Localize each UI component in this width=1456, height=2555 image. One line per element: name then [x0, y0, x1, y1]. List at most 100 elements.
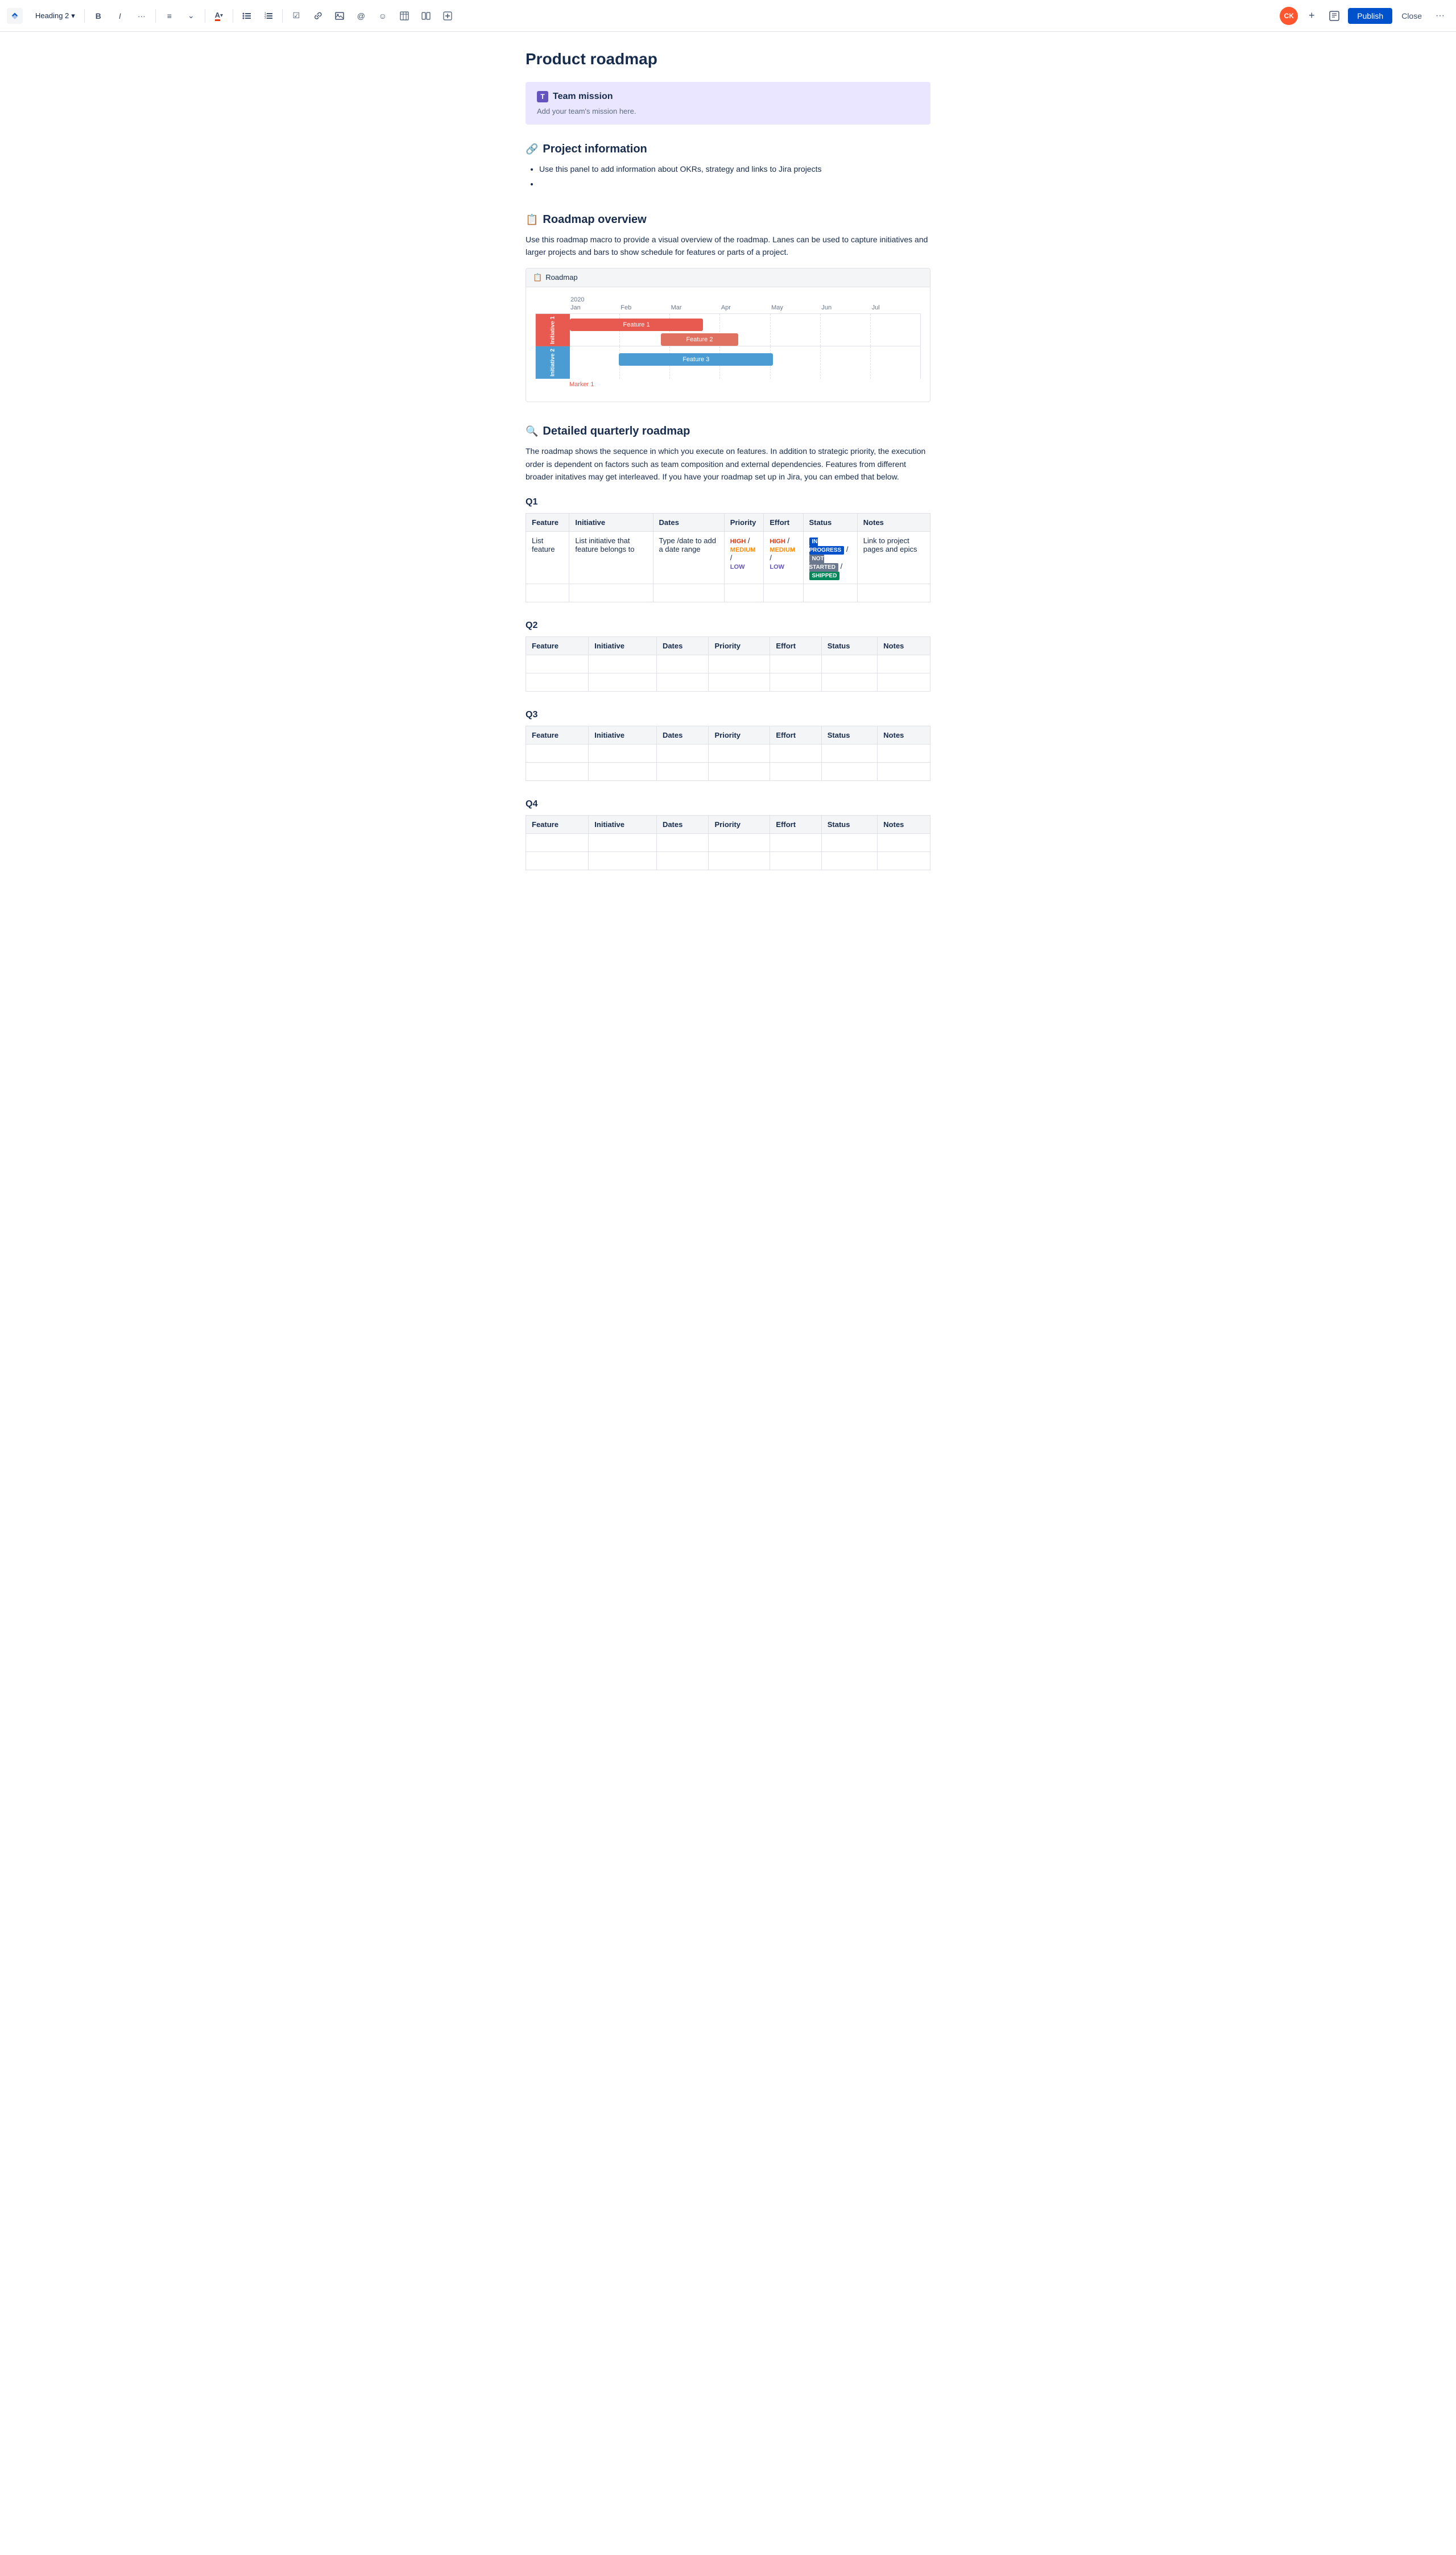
- q2-col-priority: Priority: [709, 636, 770, 655]
- marker-1-label: Marker 1: [569, 381, 594, 388]
- user-avatar[interactable]: CK: [1280, 7, 1298, 25]
- toolbar-right: CK + Publish Close ···: [1280, 7, 1449, 25]
- svg-text:3.: 3.: [264, 16, 267, 20]
- status-shipped: SHIPPED: [809, 572, 840, 580]
- q1-col-initiative: Initiative: [569, 513, 653, 531]
- columns-button[interactable]: [417, 7, 435, 25]
- feature-1-bar[interactable]: Feature 1: [570, 319, 703, 331]
- task-button[interactable]: ☑: [287, 7, 305, 25]
- feature-3-bar[interactable]: Feature 3: [619, 353, 773, 366]
- priority-slash-2: /: [730, 553, 733, 562]
- page-content: Product roadmap T Team mission Add your …: [512, 32, 944, 939]
- q2-row-2[interactable]: [526, 673, 930, 691]
- list-item-empty[interactable]: [539, 177, 930, 190]
- q4-label: Q4: [526, 799, 930, 809]
- numbered-list-button[interactable]: 1.2.3.: [259, 7, 278, 25]
- q1-empty-feature[interactable]: [526, 584, 569, 602]
- page-title[interactable]: Product roadmap: [526, 50, 930, 68]
- q2-col-effort: Effort: [770, 636, 821, 655]
- more-text-button[interactable]: ···: [133, 7, 151, 25]
- q1-col-dates: Dates: [653, 513, 724, 531]
- q4-col-effort: Effort: [770, 815, 821, 833]
- q4-col-notes: Notes: [878, 815, 930, 833]
- q1-effort-cell[interactable]: HIGH / MEDIUM / LOW: [764, 531, 803, 584]
- effort-high: HIGH: [770, 538, 785, 545]
- q1-status-cell[interactable]: IN PROGRESS / NOT STARTED / SHIPPED: [803, 531, 857, 584]
- effort-low: LOW: [770, 564, 784, 570]
- month-jul: Jul: [871, 304, 921, 311]
- bold-button[interactable]: B: [89, 7, 107, 25]
- heading-selector[interactable]: Heading 2 ▾: [31, 9, 80, 23]
- q1-empty-dates[interactable]: [653, 584, 724, 602]
- publish-button[interactable]: Publish: [1348, 8, 1392, 24]
- template-button[interactable]: [1325, 7, 1343, 25]
- divider-1: [84, 9, 85, 23]
- q1-empty-status[interactable]: [803, 584, 857, 602]
- status-notstarted: NOT STARTED: [809, 555, 838, 572]
- q2-col-status: Status: [821, 636, 878, 655]
- q1-col-priority: Priority: [724, 513, 764, 531]
- app-logo[interactable]: [7, 8, 23, 24]
- q1-empty-initiative[interactable]: [569, 584, 653, 602]
- mission-placeholder[interactable]: Add your team's mission here.: [537, 107, 919, 115]
- q3-col-initiative: Initiative: [589, 726, 657, 744]
- q3-table: Feature Initiative Dates Priority Effort…: [526, 726, 930, 781]
- q1-empty-priority[interactable]: [724, 584, 764, 602]
- q2-label: Q2: [526, 621, 930, 631]
- q3-row-2[interactable]: [526, 762, 930, 780]
- project-info-list: Use this panel to add information about …: [526, 163, 930, 191]
- q1-notes-cell[interactable]: Link to project pages and epics: [857, 531, 930, 584]
- close-button[interactable]: Close: [1397, 8, 1426, 24]
- more-insert-button[interactable]: [439, 7, 457, 25]
- divider-5: [282, 9, 283, 23]
- q1-col-feature: Feature: [526, 513, 569, 531]
- q1-feature-cell[interactable]: List feature: [526, 531, 569, 584]
- more-options-button[interactable]: ···: [1431, 7, 1449, 25]
- q4-row-2[interactable]: [526, 851, 930, 870]
- q4-col-status: Status: [821, 815, 878, 833]
- q1-empty-effort[interactable]: [764, 584, 803, 602]
- link-button[interactable]: [309, 7, 327, 25]
- month-jan: Jan: [569, 304, 619, 311]
- q1-data-row-1[interactable]: List feature List initiative that featur…: [526, 531, 930, 584]
- q3-row-1[interactable]: [526, 744, 930, 762]
- mention-button[interactable]: @: [352, 7, 370, 25]
- q1-initiative-cell[interactable]: List initiative that feature belongs to: [569, 531, 653, 584]
- align-button[interactable]: ≡: [160, 7, 179, 25]
- table-button[interactable]: [395, 7, 413, 25]
- bullet-list-button[interactable]: [238, 7, 256, 25]
- month-jun: Jun: [820, 304, 870, 311]
- q3-section: Q3 Feature Initiative Dates Priority Eff…: [526, 710, 930, 781]
- align-more-button[interactable]: ⌄: [182, 7, 200, 25]
- detailed-roadmap-heading: 🔍 Detailed quarterly roadmap: [526, 425, 930, 438]
- q3-header-row: Feature Initiative Dates Priority Effort…: [526, 726, 930, 744]
- mission-title[interactable]: Team mission: [553, 92, 613, 102]
- lane-label-2: Initiative 2: [536, 346, 570, 379]
- q4-row-1[interactable]: [526, 833, 930, 851]
- q1-priority-cell[interactable]: HIGH / MEDIUM / LOW: [724, 531, 764, 584]
- q1-dates-cell[interactable]: Type /date to add a date range: [653, 531, 724, 584]
- mission-header: T Team mission: [537, 91, 919, 102]
- status-inprogress: IN PROGRESS: [809, 538, 845, 555]
- list-item[interactable]: Use this panel to add information about …: [539, 163, 930, 175]
- q1-header-row: Feature Initiative Dates Priority Effort…: [526, 513, 930, 531]
- priority-high: HIGH: [730, 538, 746, 545]
- lane-label-1: Initiative 1: [536, 314, 570, 346]
- image-button[interactable]: [330, 7, 349, 25]
- roadmap-description: Use this roadmap macro to provide a visu…: [526, 233, 930, 259]
- feature-2-bar[interactable]: Feature 2: [661, 333, 738, 346]
- italic-button[interactable]: I: [111, 7, 129, 25]
- month-apr: Apr: [720, 304, 770, 311]
- priority-medium: MEDIUM: [730, 547, 756, 553]
- roadmap-macro[interactable]: 📋 Roadmap 2020 Jan Feb Mar Apr May Jun: [526, 268, 930, 403]
- add-collaborator-button[interactable]: +: [1302, 7, 1321, 25]
- text-color-button[interactable]: A ▾: [210, 7, 228, 25]
- team-mission-panel: T Team mission Add your team's mission h…: [526, 82, 930, 125]
- q4-col-dates: Dates: [656, 815, 709, 833]
- q1-empty-row[interactable]: [526, 584, 930, 602]
- q2-row-1[interactable]: [526, 655, 930, 673]
- emoji-button[interactable]: ☺: [374, 7, 392, 25]
- q1-empty-notes[interactable]: [857, 584, 930, 602]
- q2-col-notes: Notes: [878, 636, 930, 655]
- detailed-roadmap-section: 🔍 Detailed quarterly roadmap The roadmap…: [526, 425, 930, 870]
